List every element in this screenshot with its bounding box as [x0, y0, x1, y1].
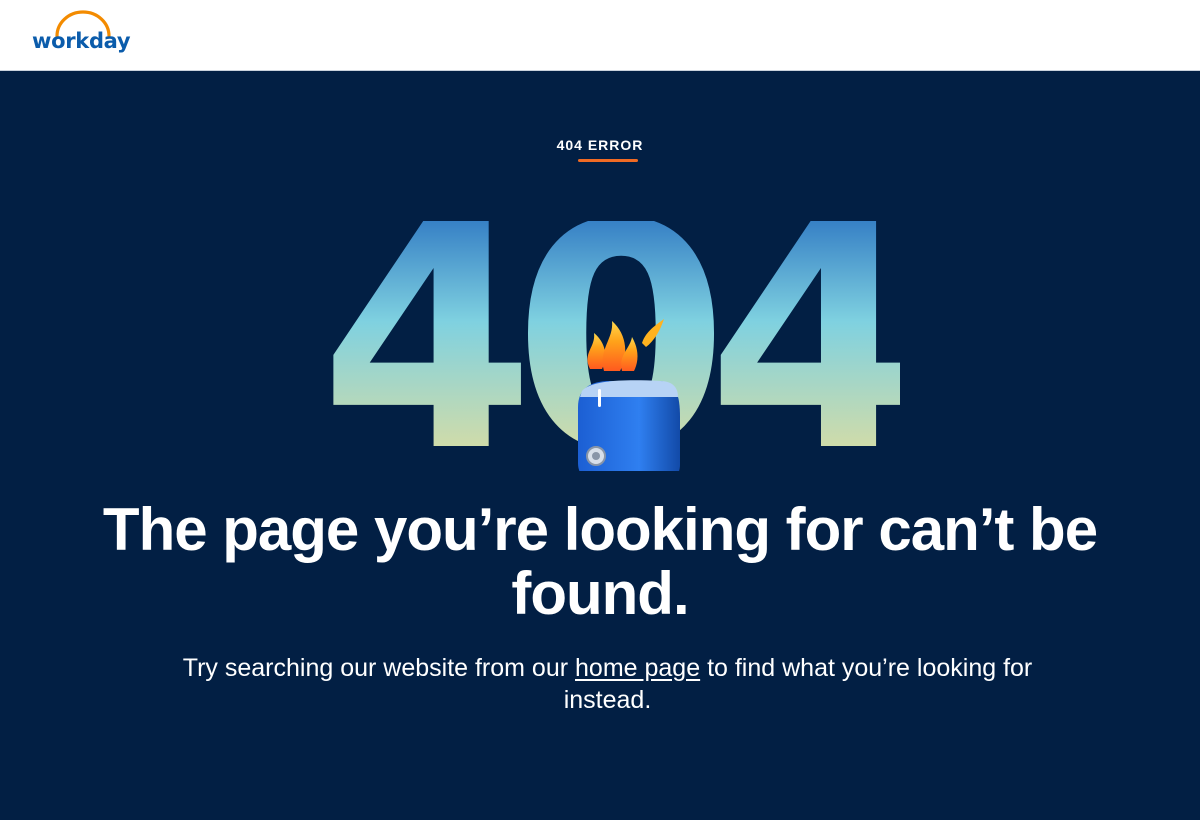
home-page-link[interactable]: home page [575, 654, 700, 682]
error-eyebrow: 404 ERROR [556, 137, 644, 153]
error-main: 404 ERROR 404 [0, 71, 1200, 820]
error-headline: The page you’re looking for can’t be fou… [102, 496, 1098, 627]
workday-logo[interactable]: workday [32, 10, 134, 62]
error-404-graphic: 404 [320, 221, 900, 471]
site-header: workday [0, 0, 1200, 71]
subtext-before-link: Try searching our website from our [182, 654, 576, 682]
eyebrow-underline [578, 159, 638, 162]
logo-wordmark: workday [32, 29, 131, 53]
error-subtext: Try searching our website from our home … [160, 652, 1055, 716]
